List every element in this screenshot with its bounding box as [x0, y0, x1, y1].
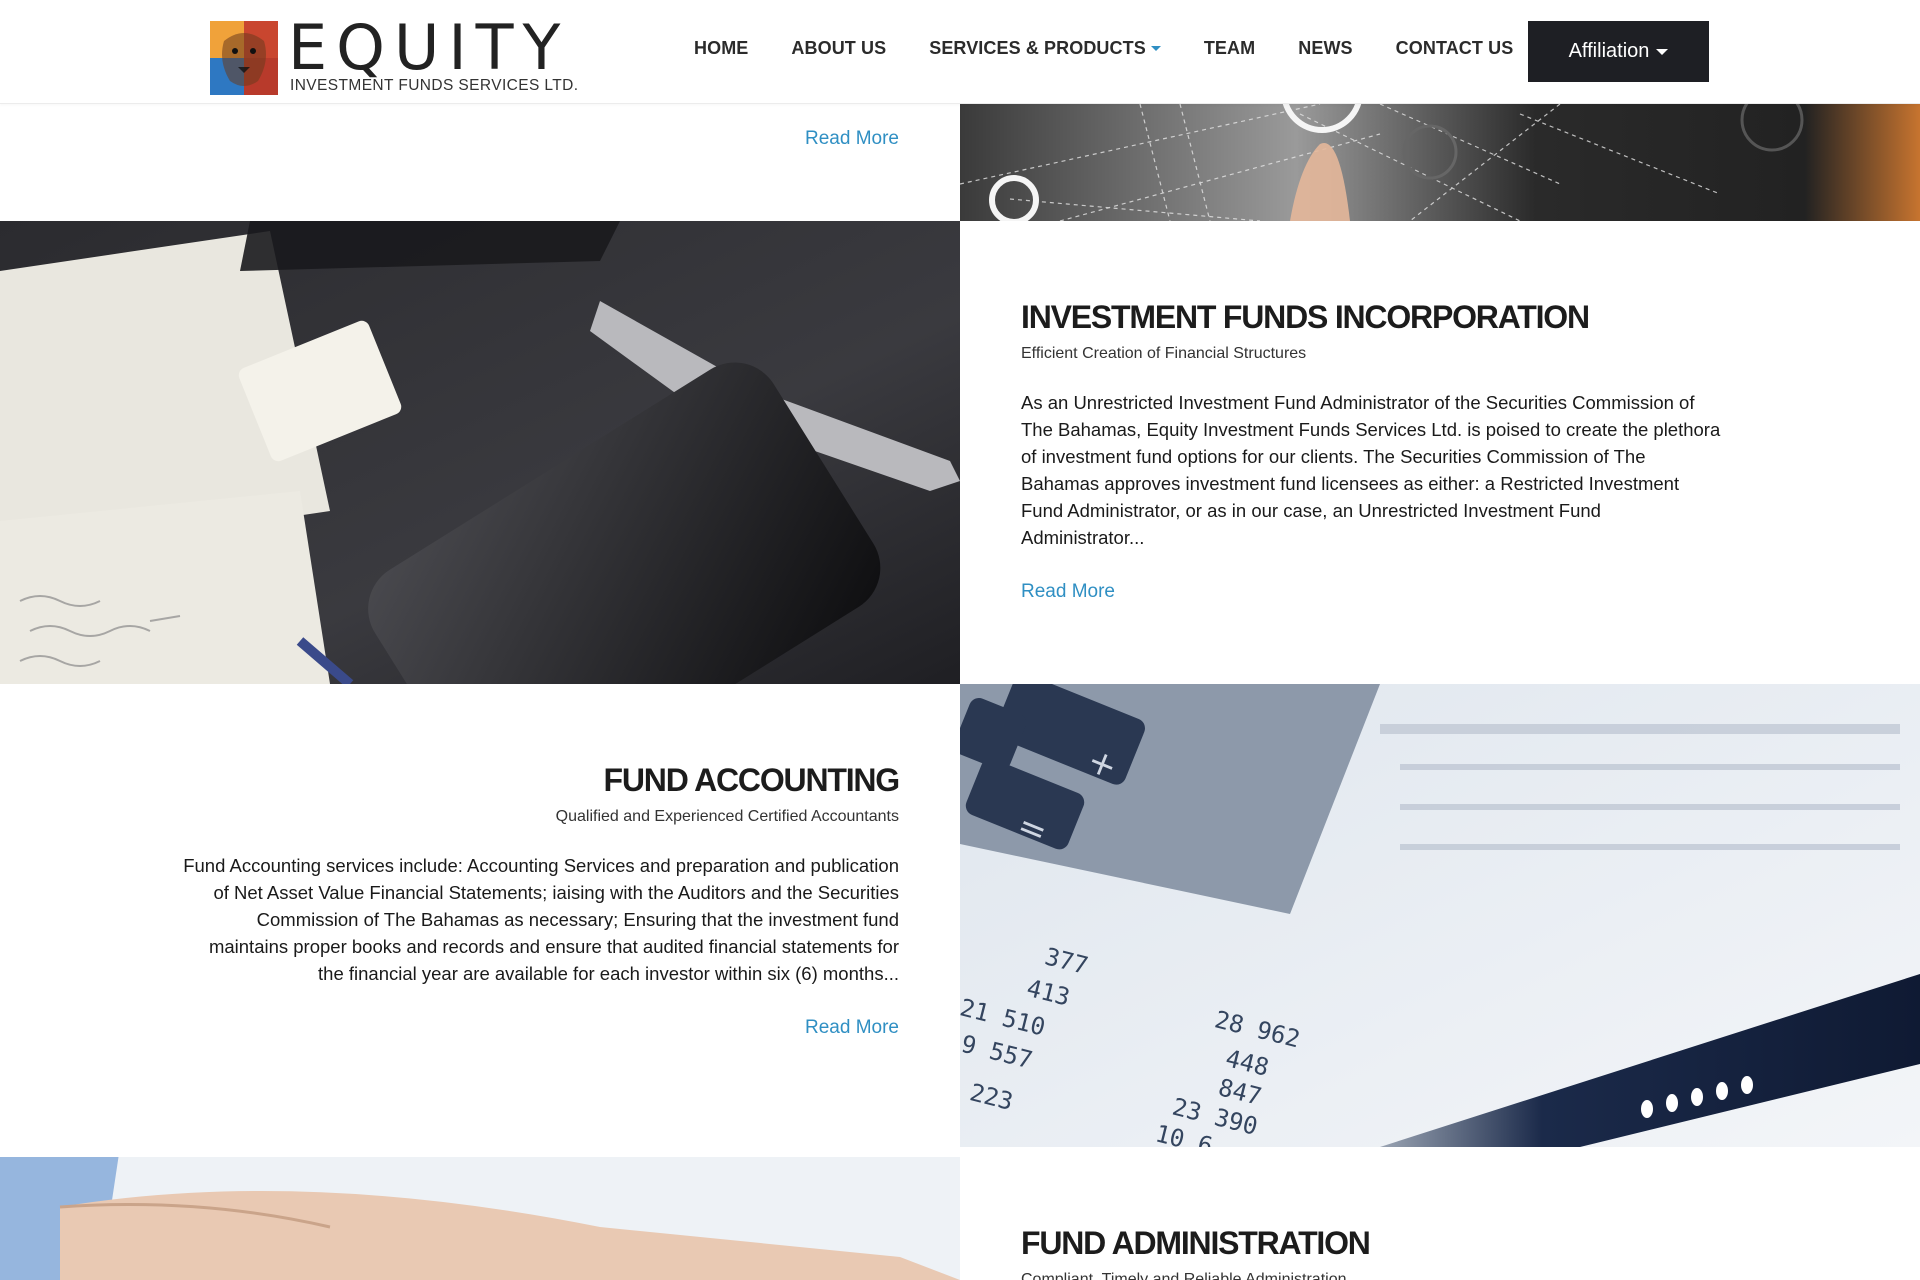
read-more-link[interactable]: Read More [805, 1017, 899, 1039]
section-subtitle: Qualified and Experienced Certified Acco… [555, 808, 899, 825]
read-more-link[interactable]: Read More [1021, 581, 1115, 603]
network-photo [960, 104, 1920, 221]
nav-about-us[interactable]: ABOUT US [791, 38, 886, 59]
brand-subtitle: INVESTMENT FUNDS SERVICES LTD. [290, 77, 579, 94]
section-subtitle: Efficient Creation of Financial Structur… [1021, 345, 1307, 362]
section-body: Fund Accounting services include: Accoun… [183, 855, 899, 984]
network-touch-image [960, 104, 1920, 221]
section-title: FUND ACCOUNTING [603, 762, 901, 798]
nav-home[interactable]: HOME [694, 38, 748, 59]
fund-administration-section: FUND ADMINISTRATION Compliant, Timely an… [960, 1147, 1920, 1280]
calculator-photo: + = 377 413 21 510 9 557 223 28 962 448 … [960, 684, 1920, 1147]
nav-news[interactable]: NEWS [1298, 38, 1352, 59]
affiliation-dropdown-button[interactable]: Affiliation [1528, 21, 1709, 82]
hand-tablet-image [0, 1147, 960, 1280]
previous-service-text: Read More [0, 104, 960, 221]
main-nav: HOME ABOUT US SERVICES & PRODUCTS TEAM N… [694, 38, 1556, 59]
section-title: FUND ADMINISTRATION [1021, 1225, 1371, 1261]
chevron-down-icon [1150, 46, 1161, 51]
nav-contact-us[interactable]: CONTACT US [1396, 38, 1514, 59]
desk-phone-image [0, 221, 960, 684]
section-body: As an Unrestricted Investment Fund Admin… [1021, 392, 1721, 548]
hand-photo [0, 1147, 960, 1280]
brand-name: EQUITY [288, 11, 570, 84]
site-logo[interactable]: EQUITY INVESTMENT FUNDS SERVICES LTD. [210, 17, 578, 95]
affiliation-label: Affiliation [1568, 40, 1650, 62]
section-title: INVESTMENT FUNDS INCORPORATION [1021, 299, 1590, 335]
nav-services-products[interactable]: SERVICES & PRODUCTS [929, 38, 1161, 59]
desk-photo [0, 221, 960, 684]
chevron-down-icon [1656, 48, 1669, 55]
nav-services-label: SERVICES & PRODUCTS [929, 38, 1146, 58]
nav-team[interactable]: TEAM [1204, 38, 1255, 59]
lion-logo-icon [210, 21, 278, 95]
investment-funds-incorporation-section: INVESTMENT FUNDS INCORPORATION Efficient… [960, 221, 1920, 684]
section-subtitle: Compliant, Timely and Reliable Administr… [1021, 1271, 1347, 1280]
site-header: EQUITY INVESTMENT FUNDS SERVICES LTD. HO… [0, 0, 1920, 104]
read-more-link[interactable]: Read More [805, 128, 899, 150]
fund-accounting-section: FUND ACCOUNTING Qualified and Experience… [0, 684, 960, 1147]
calculator-spreadsheet-image: + = 377 413 21 510 9 557 223 28 962 448 … [960, 684, 1920, 1147]
